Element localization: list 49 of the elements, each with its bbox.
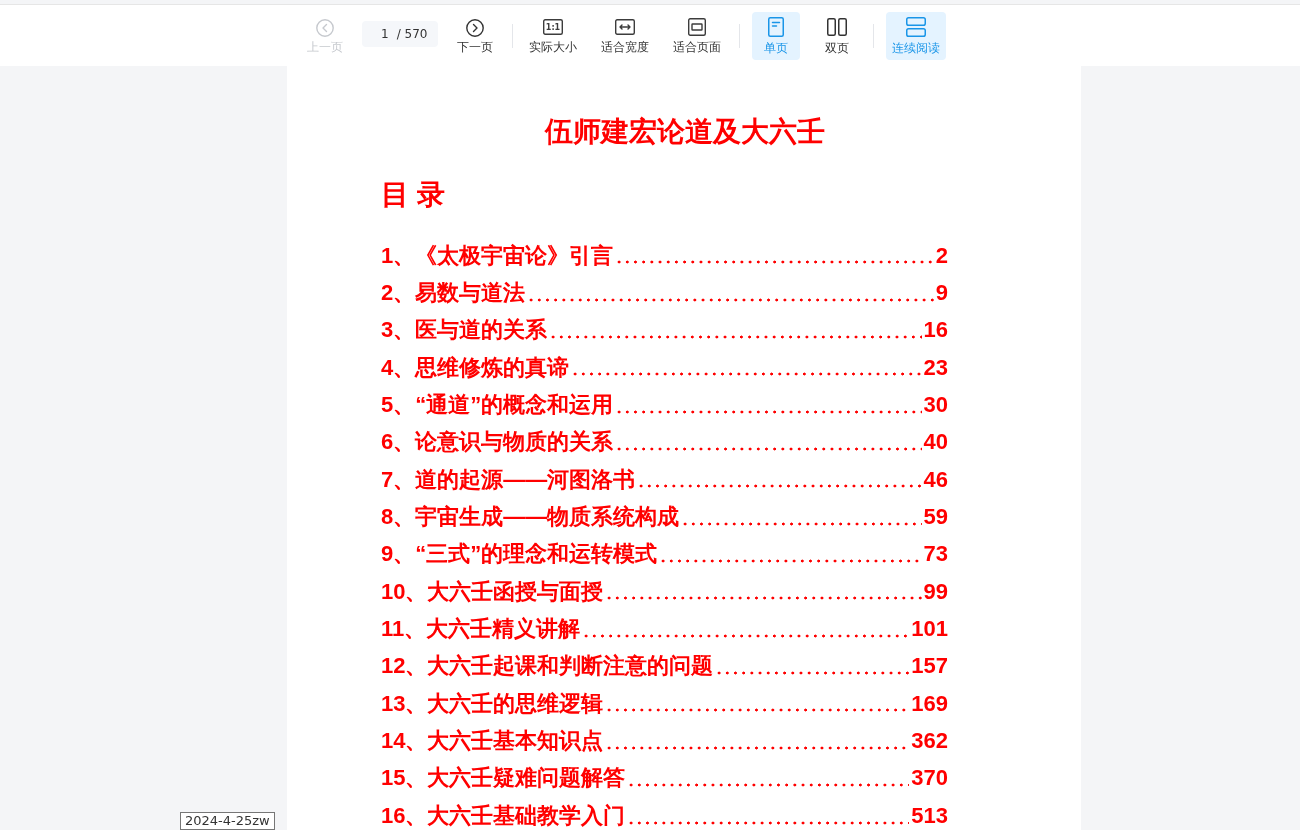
chevron-left-icon — [316, 18, 334, 37]
chevron-right-icon — [466, 18, 484, 37]
document-title: 伍师建宏论道及大六壬 — [543, 115, 826, 149]
toc-entry-title: 12、大六壬起课和判断注意的问题 — [381, 652, 714, 681]
double-page-icon — [827, 18, 847, 36]
zoom-mode-button[interactable]: 1:1 实际大小 — [525, 11, 581, 60]
zoom-mode-button[interactable]: 适合宽度 — [597, 11, 653, 60]
toc-entry-title: 3、医与道的关系 — [381, 316, 548, 345]
continuous-pages-icon — [906, 17, 926, 37]
toc-page-number: 73 — [923, 540, 948, 569]
toc-entry-title: 6、论意识与物质的关系 — [381, 428, 614, 457]
toc-page-number: 101 — [911, 615, 948, 644]
toc-page-number: 169 — [911, 689, 948, 718]
toc-page-number: 23 — [923, 353, 948, 382]
toc-entry-title: 1、《太极宇宙论》引言 — [381, 241, 614, 270]
toc-page-number: 99 — [923, 577, 948, 606]
toc-entry-title: 14、大六壬基本知识点 — [381, 727, 604, 756]
single-page-icon — [768, 17, 784, 37]
actual-size-icon: 1:1 — [543, 19, 563, 35]
toc-entry-title: 7、道的起源——河图洛书 — [381, 465, 636, 494]
toc-entry-title: 10、大六壬函授与面授 — [381, 577, 604, 606]
toc-entry-title: 16、大六壬基础教学入门 — [381, 801, 626, 830]
toc-page-number: 40 — [923, 428, 948, 457]
toc-entry-title: 13、大六壬的思维逻辑 — [381, 689, 604, 718]
page-number-field[interactable]: 1 / 570 — [362, 20, 438, 47]
toc-page-number: 30 — [923, 391, 948, 420]
tooltip: 2024-4-25zw — [180, 812, 275, 830]
toc-page-number: 16 — [923, 316, 948, 345]
toc-page-number: 362 — [911, 727, 948, 756]
toc-page-number: 2 — [935, 241, 948, 270]
fit-width-icon — [615, 19, 635, 35]
page-layout-button[interactable]: 双页 — [813, 11, 861, 60]
next-page-button[interactable]: 下一页 — [451, 11, 499, 60]
toc-page-number: 59 — [923, 503, 948, 532]
zoom-mode-button[interactable]: 适合页面 — [669, 11, 725, 60]
toc-page-number: 513 — [911, 801, 948, 830]
toc-entry-title: 2、易数与道法 — [381, 279, 526, 307]
toc-page-number: 157 — [911, 652, 948, 681]
toc-heading: 目 录 — [381, 178, 446, 212]
toc-page-number: 370 — [911, 764, 948, 793]
toc-page-number: 9 — [935, 279, 948, 307]
toc-entry-title: 11、大六壬精义讲解 — [381, 615, 581, 644]
toc-entry-title: 4、思维修炼的真谛 — [381, 353, 570, 382]
fit-page-icon — [688, 18, 706, 36]
toc-entry-title: 15、大六壬疑难问题解答 — [381, 764, 626, 793]
toc-entry-title: 9、“三式”的理念和运转模式 — [381, 540, 658, 569]
toc-entry-title: 5、“通道”的概念和运用 — [381, 391, 614, 420]
toc-page-number: 46 — [923, 465, 948, 494]
toc-entry-title: 8、宇宙生成——物质系统构成 — [381, 503, 680, 532]
